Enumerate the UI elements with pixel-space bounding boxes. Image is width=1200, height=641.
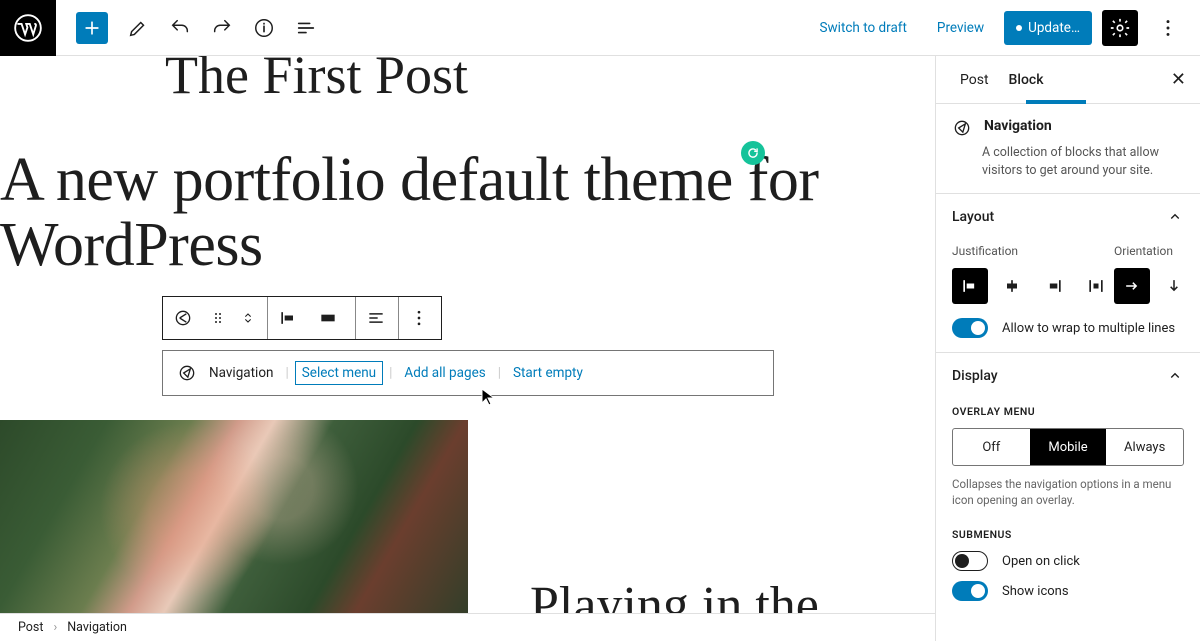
overlay-menu-label: Overlay Menu (952, 405, 1184, 418)
show-icons-toggle[interactable] (952, 581, 988, 601)
navigation-block[interactable]: Navigation | Select menu | Add all pages… (162, 350, 774, 396)
overlay-help: Collapses the navigation options in a me… (952, 476, 1184, 508)
top-toolbar: Switch to draft Preview Update… (0, 0, 1200, 56)
add-all-pages-button[interactable]: Add all pages (404, 365, 485, 381)
justify-right-button[interactable] (1036, 268, 1072, 304)
orientation-label: Orientation (1114, 244, 1192, 258)
drag-handle[interactable] (203, 297, 233, 339)
wrap-toggle[interactable] (952, 318, 988, 338)
justify-left-button[interactable] (952, 268, 988, 304)
justify-button[interactable] (356, 297, 396, 339)
heading-block[interactable]: A new portfolio default theme for WordPr… (0, 114, 935, 278)
grammarly-icon[interactable] (741, 141, 765, 165)
tab-block[interactable]: Block (999, 58, 1054, 102)
wrap-label: Allow to wrap to multiple lines (1002, 321, 1175, 336)
post-title[interactable]: The First Post (0, 56, 935, 114)
settings-button[interactable] (1102, 10, 1138, 46)
orientation-horizontal-button[interactable] (1114, 268, 1150, 304)
chevron-up-icon (1166, 208, 1184, 226)
orientation-vertical-button[interactable] (1156, 268, 1192, 304)
block-type-button[interactable] (163, 297, 203, 339)
chevron-up-icon (1166, 367, 1184, 385)
overlay-always-button[interactable]: Always (1106, 429, 1183, 465)
cursor-icon (481, 388, 495, 406)
open-on-click-toggle[interactable] (952, 551, 988, 571)
update-label: Update… (1028, 20, 1080, 36)
redo-button[interactable] (202, 8, 242, 48)
more-options-button[interactable] (1148, 8, 1188, 48)
image-block[interactable] (0, 420, 468, 641)
unsaved-dot-icon (1016, 25, 1022, 31)
details-button[interactable] (244, 8, 284, 48)
edit-mode-button[interactable] (118, 8, 158, 48)
update-button[interactable]: Update… (1004, 11, 1092, 45)
display-panel: Display Overlay Menu Off Mobile Always C… (936, 353, 1200, 615)
breadcrumb: Post › Navigation (0, 613, 935, 641)
show-icons-label: Show icons (1002, 584, 1069, 599)
settings-sidebar: Post Block ✕ Navigation A collection of … (935, 56, 1200, 641)
justify-space-button[interactable] (1078, 268, 1114, 304)
align-button[interactable] (268, 297, 308, 339)
start-empty-button[interactable]: Start empty (513, 365, 583, 381)
layout-panel-toggle[interactable]: Layout (952, 208, 1184, 226)
block-title: Navigation (984, 118, 1052, 138)
move-button[interactable] (233, 297, 263, 339)
breadcrumb-item[interactable]: Navigation (67, 620, 127, 635)
list-view-button[interactable] (286, 8, 326, 48)
wordpress-logo[interactable] (0, 0, 56, 56)
overlay-menu-segment: Off Mobile Always (952, 428, 1184, 466)
tab-post[interactable]: Post (950, 58, 999, 102)
undo-button[interactable] (160, 8, 200, 48)
justification-label: Justification (952, 244, 1114, 258)
overlay-mobile-button[interactable]: Mobile (1030, 429, 1107, 465)
width-button[interactable] (308, 297, 348, 339)
compass-icon (952, 118, 972, 138)
block-toolbar (162, 296, 442, 340)
add-block-button[interactable] (76, 12, 108, 44)
breadcrumb-item[interactable]: Post (18, 620, 43, 635)
preview-button[interactable]: Preview (927, 12, 994, 44)
justify-center-button[interactable] (994, 268, 1030, 304)
open-on-click-label: Open on click (1002, 554, 1080, 569)
layout-panel: Layout Justification Orienta (936, 194, 1200, 353)
select-menu-button[interactable]: Select menu (295, 361, 383, 385)
editor-canvas[interactable]: The First Post A new portfolio default t… (0, 56, 935, 641)
chevron-right-icon: › (53, 620, 57, 635)
overlay-off-button[interactable]: Off (953, 429, 1030, 465)
switch-to-draft-button[interactable]: Switch to draft (810, 12, 917, 44)
block-description: A collection of blocks that allow visito… (952, 144, 1184, 179)
display-panel-toggle[interactable]: Display (952, 367, 1184, 385)
close-sidebar-button[interactable]: ✕ (1165, 63, 1192, 96)
nav-block-label: Navigation (209, 365, 273, 381)
compass-icon (177, 363, 197, 383)
submenus-label: Submenus (952, 528, 1184, 541)
block-info-panel: Navigation A collection of blocks that a… (936, 104, 1200, 194)
block-more-button[interactable] (399, 297, 439, 339)
